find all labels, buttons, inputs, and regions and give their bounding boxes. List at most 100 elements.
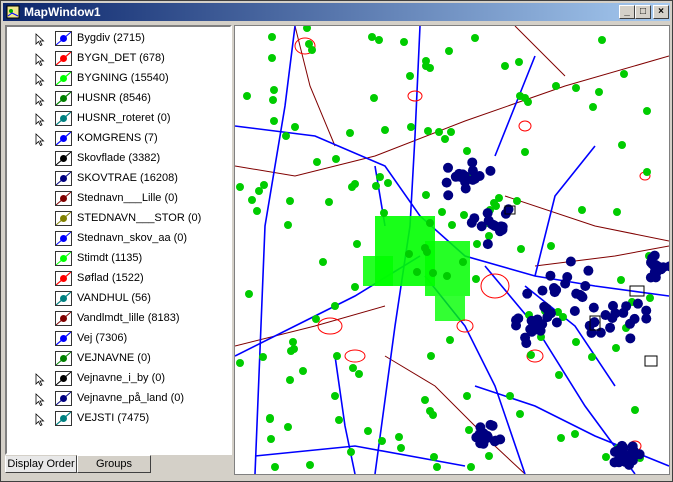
layer-symbol-icon[interactable] [55, 391, 72, 406]
legend-layer-row[interactable]: Vandlmdt_lille (8183) [7, 309, 230, 329]
forest-point [511, 315, 522, 326]
legend-layer-row[interactable]: HUSNR_roteret (0) [7, 109, 230, 129]
tree-point [355, 370, 363, 378]
legend-layer-row[interactable]: Stednavn_skov_aa (0) [7, 229, 230, 249]
tree-point [557, 434, 565, 442]
legend-layer-row[interactable]: SKOVTRAE (16208) [7, 169, 230, 189]
legend-layer-row[interactable]: VEJSTI (7475) [7, 409, 230, 429]
tab-groups[interactable]: Groups [77, 455, 151, 473]
layer-label: Stednavn_skov_aa (0) [77, 232, 188, 244]
tree-point [236, 183, 244, 191]
layer-symbol-icon[interactable] [55, 71, 72, 86]
layer-symbol-icon[interactable] [55, 351, 72, 366]
tree-point [501, 62, 509, 70]
layer-symbol-icon[interactable] [55, 371, 72, 386]
layer-symbol-icon[interactable] [55, 231, 72, 246]
tree-point [435, 128, 443, 136]
legend-layer-row[interactable]: VEJNAVNE (0) [7, 349, 230, 369]
legend-layer-row[interactable]: Vej (7306) [7, 329, 230, 349]
tree-point [506, 392, 514, 400]
tree-point [424, 127, 432, 135]
layer-symbol-icon[interactable] [55, 191, 72, 206]
tree-point [259, 353, 267, 361]
layer-label: HUSNR_roteret (0) [77, 112, 171, 124]
arrow-pointer-icon [35, 113, 45, 126]
tree-point [372, 182, 380, 190]
minimize-button[interactable]: _ [619, 5, 635, 19]
tree-point [643, 107, 651, 115]
layer-symbol-icon[interactable] [55, 111, 72, 126]
layer-symbol-icon[interactable] [55, 331, 72, 346]
forest-point [600, 310, 611, 321]
arrow-pointer-icon [35, 393, 45, 406]
layer-symbol-icon[interactable] [55, 211, 72, 226]
tree-point [516, 92, 524, 100]
layer-symbol-icon[interactable] [55, 31, 72, 46]
layer-label: Vejnavne_i_by (0) [77, 372, 166, 384]
tree-point [473, 240, 481, 248]
layer-symbol-icon[interactable] [55, 251, 72, 266]
legend-layer-row[interactable]: VANDHUL (56) [7, 289, 230, 309]
legend-layer-row[interactable]: BYGNING (15540) [7, 69, 230, 89]
forest-point [466, 217, 477, 228]
tree-point [319, 258, 327, 266]
layer-symbol-icon[interactable] [55, 271, 72, 286]
tree-point [524, 98, 532, 106]
tree-point [448, 221, 456, 229]
forest-point [487, 420, 498, 431]
legend-layer-row[interactable]: Søflad (1522) [7, 269, 230, 289]
legend-layer-row[interactable]: Stednavn___Lille (0) [7, 189, 230, 209]
legend-layer-row[interactable]: Vejnavne_i_by (0) [7, 369, 230, 389]
legend-layer-row[interactable]: STEDNAVN___STOR (0) [7, 209, 230, 229]
tree-point [331, 392, 339, 400]
maximize-button[interactable]: □ [635, 5, 651, 19]
lake-outline [317, 317, 343, 335]
layer-symbol-icon[interactable] [55, 411, 72, 426]
layer-label: BYGN_DET (678) [77, 52, 165, 64]
layer-symbol-icon[interactable] [55, 151, 72, 166]
close-button[interactable]: × [653, 5, 669, 19]
forest-point [586, 327, 597, 338]
tree-point [400, 38, 408, 46]
road-line [494, 55, 536, 157]
layer-label: Bygdiv (2715) [77, 32, 145, 44]
forest-point [537, 285, 548, 296]
legend-layer-row[interactable]: Stimdt (1135) [7, 249, 230, 269]
layer-symbol-icon[interactable] [55, 91, 72, 106]
map-view[interactable] [235, 26, 669, 474]
forest-point [641, 305, 652, 316]
tab-display-order[interactable]: Display Order [5, 455, 77, 473]
tree-point [643, 168, 651, 176]
layer-symbol-icon[interactable] [55, 171, 72, 186]
forest-point [647, 252, 658, 263]
layer-label: KOMGRENS (7) [77, 132, 158, 144]
tree-point [426, 407, 434, 415]
tree-point [517, 245, 525, 253]
tree-point [406, 72, 414, 80]
legend-layer-row[interactable]: KOMGRENS (7) [7, 129, 230, 149]
layer-label: Stimdt (1135) [77, 252, 143, 264]
legend-layer-row[interactable]: Bygdiv (2715) [7, 29, 230, 49]
legend-layer-row[interactable]: Skovflade (3382) [7, 149, 230, 169]
map-canvas[interactable] [234, 25, 670, 475]
tree-point [270, 86, 278, 94]
legend-layer-row[interactable]: Vejnavne_på_land (0) [7, 389, 230, 409]
map-window: MapWindow1 _ □ × Bygdiv (2715) BYGN_DET (… [0, 0, 673, 482]
forest-point [482, 239, 493, 250]
tree-point [267, 435, 275, 443]
layer-legend-panel[interactable]: Bygdiv (2715) BYGN_DET (678) BYGNING (1554… [5, 25, 232, 455]
layer-symbol-icon[interactable] [55, 311, 72, 326]
layer-symbol-icon[interactable] [55, 131, 72, 146]
layer-symbol-icon[interactable] [55, 51, 72, 66]
town-buildings [435, 296, 465, 321]
tree-point [380, 209, 388, 217]
layer-symbol-icon[interactable] [55, 291, 72, 306]
tree-point [335, 416, 343, 424]
arrow-pointer-icon [35, 73, 45, 86]
title-bar[interactable]: MapWindow1 _ □ × [3, 3, 670, 21]
legend-layer-row[interactable]: HUSNR (8546) [7, 89, 230, 109]
layer-label: Skovflade (3382) [77, 152, 161, 164]
forest-point [625, 318, 636, 329]
tree-point [303, 26, 311, 32]
legend-layer-row[interactable]: BYGN_DET (678) [7, 49, 230, 69]
